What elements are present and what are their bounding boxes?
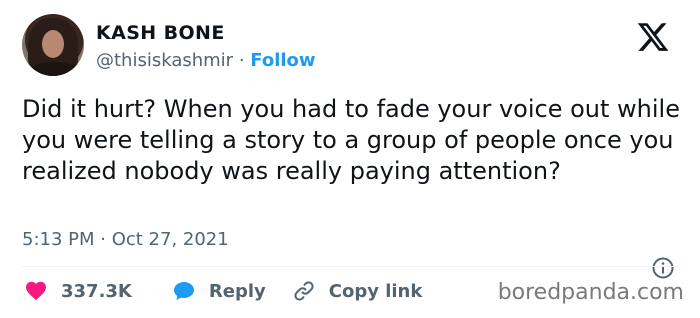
action-bar: 337.3K Reply Copy link xyxy=(24,278,422,304)
like-button[interactable]: 337.3K xyxy=(24,279,132,303)
reply-button[interactable]: Reply xyxy=(172,279,266,303)
author-display-name[interactable]: KASH BONE xyxy=(96,22,225,44)
author-handle[interactable]: @thisiskashmir xyxy=(96,50,233,71)
x-logo-icon[interactable] xyxy=(636,20,670,54)
tweet-text: Did it hurt? When you had to fade your v… xyxy=(22,95,680,185)
link-icon xyxy=(294,281,314,301)
like-count: 337.3K xyxy=(61,280,132,302)
author-meta: @thisiskashmir · Follow xyxy=(96,50,316,71)
speech-bubble-icon xyxy=(173,282,194,300)
heart-icon xyxy=(26,281,46,301)
info-icon[interactable] xyxy=(651,256,675,280)
avatar[interactable] xyxy=(22,14,84,76)
copy-link-button[interactable]: Copy link xyxy=(292,279,423,303)
tweet-card: KASH BONE @thisiskashmir · Follow Did it… xyxy=(0,0,700,318)
reply-label: Reply xyxy=(208,280,266,302)
watermark: boredpanda.com xyxy=(497,280,684,305)
follow-button[interactable]: Follow xyxy=(250,50,315,71)
divider xyxy=(22,266,678,267)
avatar-face xyxy=(42,30,64,58)
meta-separator: · xyxy=(233,50,251,71)
tweet-timestamp[interactable]: 5:13 PM · Oct 27, 2021 xyxy=(22,229,229,250)
copy-link-label: Copy link xyxy=(328,280,423,302)
